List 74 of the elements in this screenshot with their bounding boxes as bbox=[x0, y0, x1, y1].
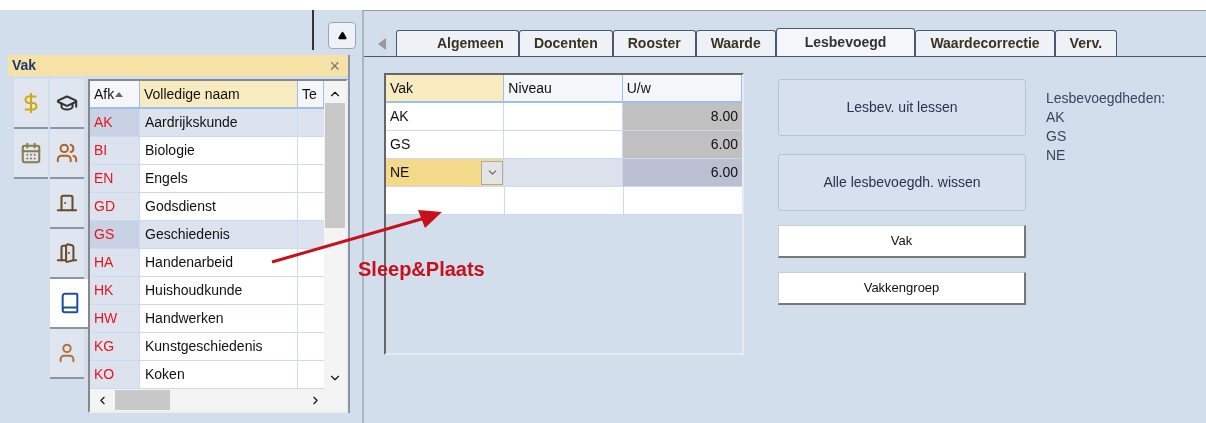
tab-scroll-left-icon[interactable] bbox=[378, 38, 386, 50]
tab[interactable]: Verv. bbox=[1054, 30, 1118, 56]
subject-name: Geschiedenis bbox=[140, 221, 298, 248]
action-button[interactable]: Lesbev. uit lessen bbox=[778, 79, 1026, 136]
sort-icon bbox=[115, 91, 124, 97]
info-title: Lesbevoegdheden: bbox=[1046, 89, 1166, 108]
subject-code: GS bbox=[90, 221, 140, 248]
tab[interactable]: Waarde bbox=[695, 30, 776, 56]
table-cell: GS bbox=[386, 131, 505, 158]
calendar-icon bbox=[20, 142, 42, 164]
info-item: NE bbox=[1046, 146, 1067, 165]
subject-code: HK bbox=[90, 277, 140, 304]
list-row[interactable]: EN Engels bbox=[90, 165, 324, 193]
tab[interactable]: Rooster bbox=[612, 30, 696, 56]
subject-code: KO bbox=[90, 361, 140, 388]
side-tab[interactable] bbox=[50, 79, 84, 129]
subject-code: HW bbox=[90, 305, 140, 332]
table-cell: AK bbox=[386, 103, 505, 130]
panel-title: Vak bbox=[12, 56, 37, 75]
door-icon bbox=[56, 192, 78, 214]
vertical-scrollbar[interactable] bbox=[324, 81, 346, 389]
table-cell: 6.00 bbox=[622, 131, 742, 158]
scroll-up-button[interactable] bbox=[328, 22, 356, 49]
column-header[interactable]: Afk bbox=[90, 81, 140, 107]
column-header[interactable]: Te bbox=[298, 81, 324, 107]
subject-dropdown[interactable]: NE bbox=[386, 159, 505, 186]
subject-name: Godsdienst bbox=[140, 193, 298, 220]
list-row[interactable]: KG Kunstgeschiedenis bbox=[90, 333, 324, 361]
side-tab[interactable] bbox=[50, 179, 84, 229]
tab[interactable]: Docenten bbox=[518, 30, 613, 56]
column-header[interactable]: Vak bbox=[386, 75, 505, 101]
tab[interactable]: Algemeen bbox=[396, 30, 519, 56]
subject-code: AK bbox=[90, 109, 140, 136]
action-button[interactable]: Vak bbox=[778, 225, 1026, 258]
side-tab[interactable] bbox=[50, 229, 84, 279]
subject-code: BI bbox=[90, 137, 140, 164]
subject-code: EN bbox=[90, 165, 140, 192]
horizontal-scrollbar[interactable] bbox=[90, 389, 346, 411]
table-cell: 6.00 bbox=[622, 159, 742, 186]
list-row[interactable]: KO Koken bbox=[90, 361, 324, 389]
book-icon bbox=[59, 292, 81, 314]
list-row[interactable]: HA Handenarbeid bbox=[90, 249, 324, 277]
table-cell: 8.00 bbox=[622, 103, 742, 130]
up-triangle-icon bbox=[337, 31, 347, 40]
subject-name: Koken bbox=[140, 361, 298, 388]
doors-icon bbox=[56, 242, 78, 264]
tab[interactable]: Waardecorrectie bbox=[915, 30, 1055, 56]
subject-name: Huishoudkunde bbox=[140, 277, 298, 304]
action-button[interactable]: Alle lesbevoegdh. wissen bbox=[778, 154, 1026, 211]
column-header[interactable]: Volledige naam bbox=[140, 81, 298, 107]
action-button[interactable]: Vakkengroep bbox=[778, 272, 1026, 305]
list-row[interactable]: AK Aardrijkskunde bbox=[90, 109, 324, 137]
list-row[interactable]: GD Godsdienst bbox=[90, 193, 324, 221]
subject-code: GD bbox=[90, 193, 140, 220]
subject-name: Engels bbox=[140, 165, 298, 192]
subject-name: Handenarbeid bbox=[140, 249, 298, 276]
subject-name: Handwerken bbox=[140, 305, 298, 332]
subject-code: HA bbox=[90, 249, 140, 276]
subject-name: Aardrijkskunde bbox=[140, 109, 298, 136]
subject-name: Biologie bbox=[140, 137, 298, 164]
close-button[interactable]: × bbox=[325, 56, 344, 75]
people-icon bbox=[56, 142, 78, 164]
column-header[interactable]: Niveau bbox=[504, 75, 623, 101]
column-header[interactable]: U/w bbox=[622, 75, 742, 101]
subject-code: KG bbox=[90, 333, 140, 360]
info-item: GS bbox=[1046, 127, 1068, 146]
subject-name: Kunstgeschiedenis bbox=[140, 333, 298, 360]
side-tab[interactable] bbox=[50, 279, 90, 329]
list-row[interactable]: GS Geschiedenis bbox=[90, 221, 324, 249]
list-row[interactable]: BI Biologie bbox=[90, 137, 324, 165]
list-row[interactable]: HW Handwerken bbox=[90, 305, 324, 333]
info-item: AK bbox=[1046, 108, 1066, 127]
list-row[interactable]: HK Huishoudkunde bbox=[90, 277, 324, 305]
tab[interactable]: Lesbevoegd bbox=[775, 28, 916, 56]
